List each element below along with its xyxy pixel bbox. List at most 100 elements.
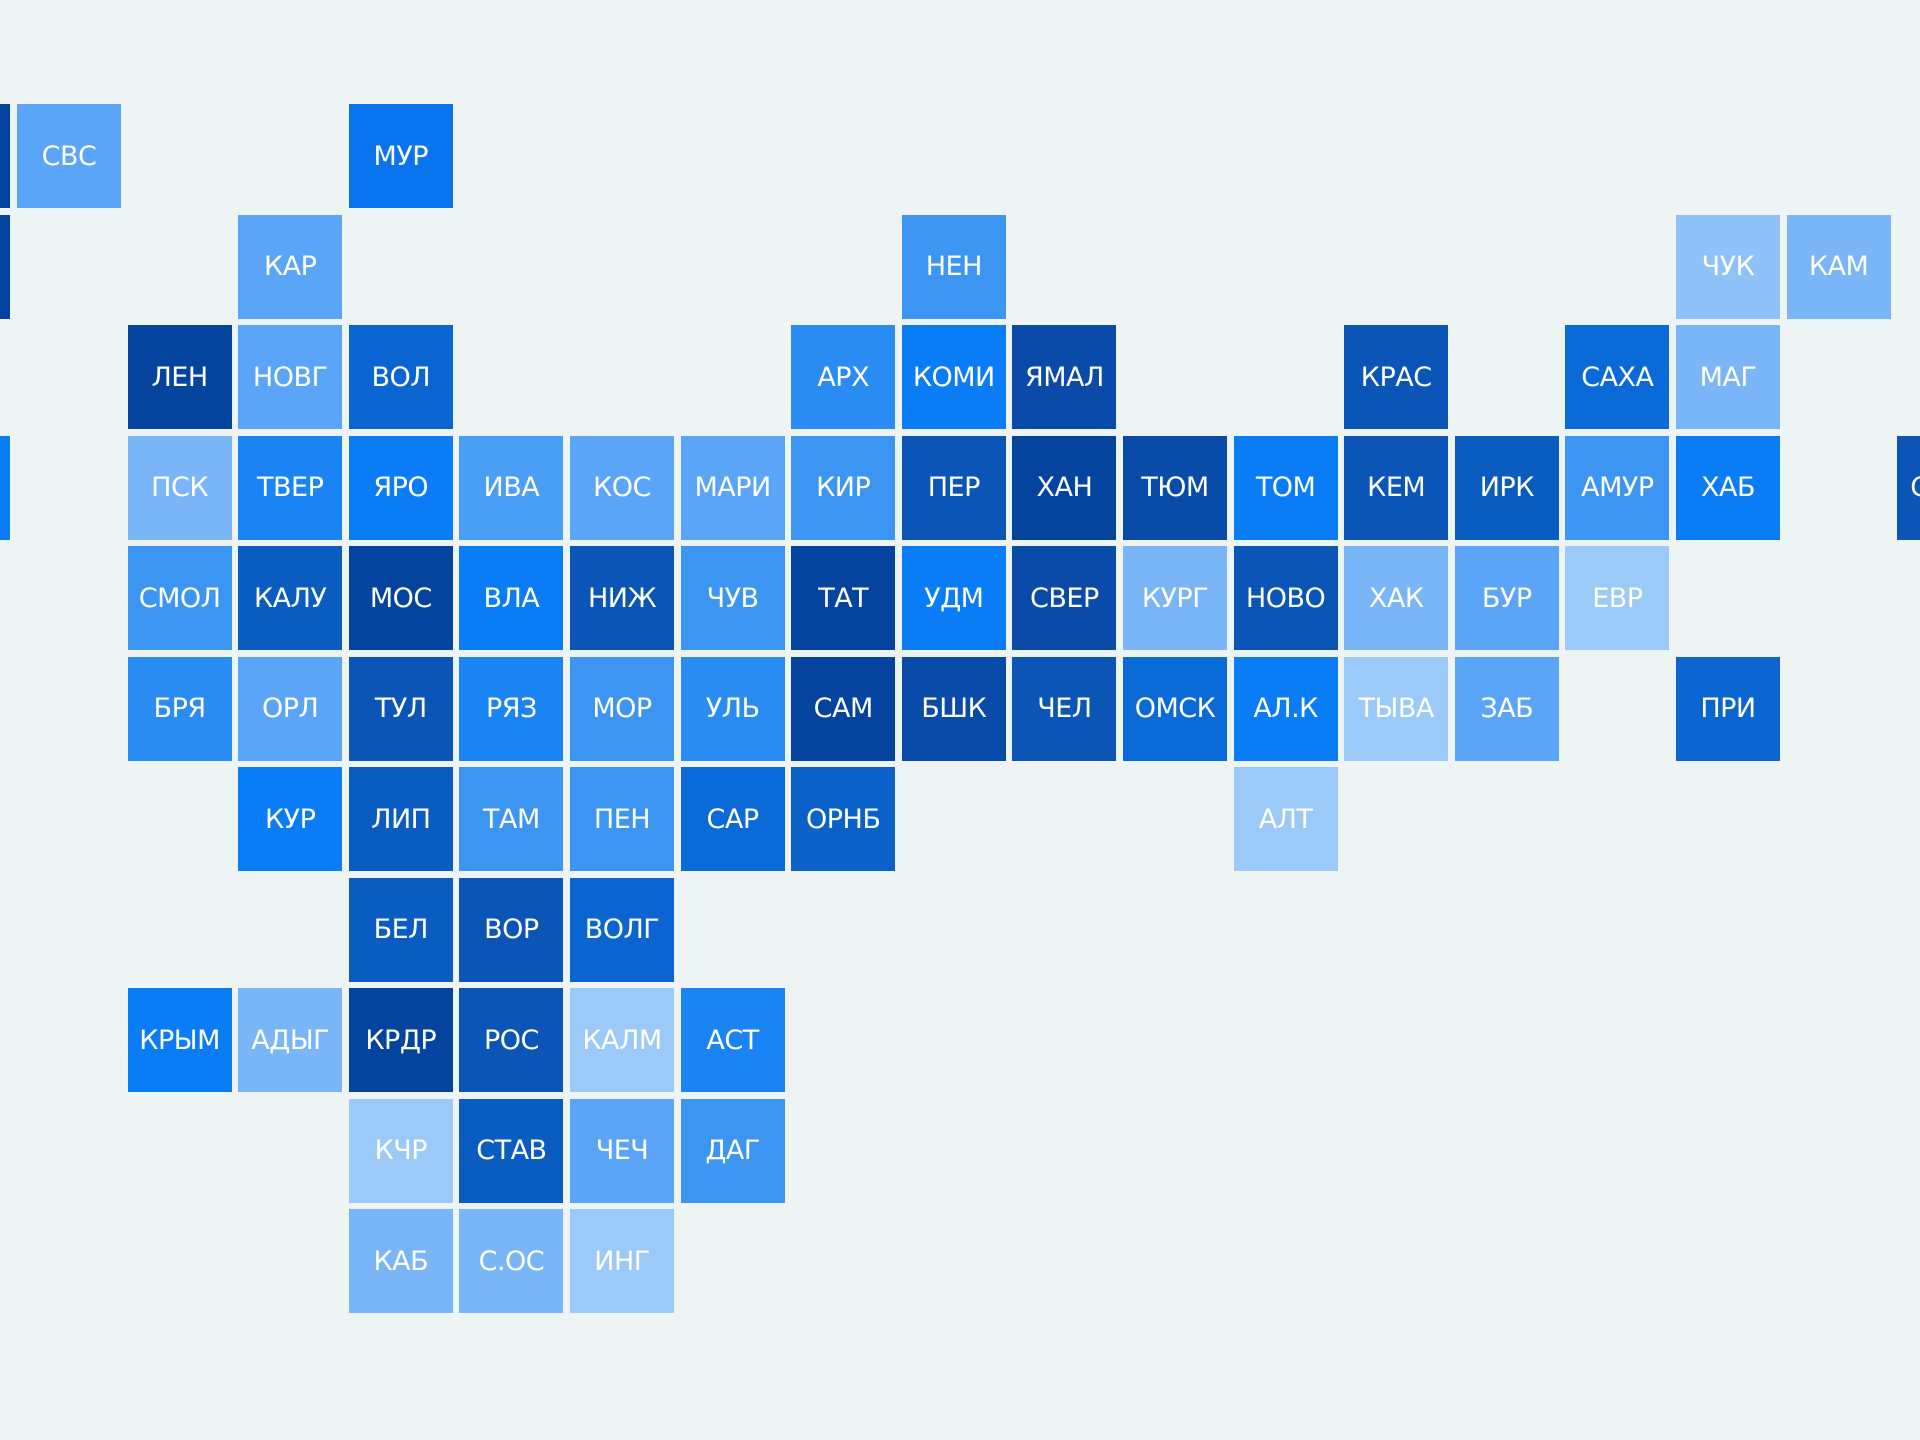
region-tile[interactable]: БУР: [1454, 546, 1559, 650]
region-label: ЧЕЧ: [595, 1135, 649, 1166]
region-tile[interactable]: ЧЕЧ: [570, 1098, 674, 1203]
region-tile[interactable]: ТЮМ: [1123, 435, 1227, 540]
region-tile[interactable]: КАБ: [348, 1209, 453, 1313]
region-tile[interactable]: НОВО: [1233, 546, 1338, 650]
region-tile[interactable]: СВЕР: [1012, 546, 1117, 650]
region-tile[interactable]: ЧУВ: [680, 546, 785, 650]
region-tile[interactable]: НЕН: [901, 214, 1006, 319]
region-tile[interactable]: ХАБ: [1676, 435, 1780, 540]
region-label: УДМ: [924, 582, 984, 614]
region-tile[interactable]: КАМ: [1786, 214, 1891, 319]
region-tile[interactable]: МАГ: [1676, 325, 1780, 429]
region-tile[interactable]: САР: [680, 767, 785, 871]
region-tile[interactable]: ХАК: [1344, 546, 1449, 650]
region-tile[interactable]: ТАМ: [459, 767, 564, 871]
region-tile[interactable]: АСТ: [680, 988, 785, 1092]
region-tile[interactable]: УДМ: [901, 546, 1006, 650]
region-tile[interactable]: КАЛУ: [238, 546, 343, 650]
region-label: ЗАБ: [1480, 693, 1534, 724]
region-tile[interactable]: ЧУК: [1676, 214, 1780, 319]
region-tile[interactable]: ИНГ: [570, 1209, 674, 1313]
region-tile[interactable]: АЛТ: [1233, 767, 1338, 871]
region-tile[interactable]: ОРНБ: [791, 767, 896, 871]
region-tile[interactable]: КРАС: [1344, 325, 1449, 429]
region-tile[interactable]: [0, 214, 11, 319]
region-tile[interactable]: ВЛА: [459, 546, 564, 650]
region-tile[interactable]: КОС: [570, 435, 674, 540]
region-tile[interactable]: ОМСК: [1123, 656, 1227, 761]
region-tile[interactable]: ХАН: [1012, 435, 1117, 540]
region-tile[interactable]: РОС: [459, 988, 564, 1092]
region-label: СВЕР: [1030, 582, 1099, 614]
region-tile[interactable]: УЛЬ: [680, 656, 785, 761]
region-tile[interactable]: МАРИ: [680, 435, 785, 540]
region-tile[interactable]: С: [1897, 435, 1920, 540]
region-label: СТАВ: [476, 1135, 547, 1166]
region-tile[interactable]: БШК: [901, 656, 1006, 761]
region-tile[interactable]: МОР: [570, 656, 674, 761]
region-tile[interactable]: ОРЛ: [238, 656, 343, 761]
region-tile[interactable]: ЯРО: [348, 435, 453, 540]
region-tile[interactable]: ЛИП: [348, 767, 453, 871]
region-tile[interactable]: КОМИ: [901, 325, 1006, 429]
region-tile[interactable]: ДАГ: [680, 1098, 785, 1203]
region-tile[interactable]: ТУЛ: [348, 656, 453, 761]
region-tile[interactable]: КРДР: [348, 988, 453, 1092]
region-tile[interactable]: БЕЛ: [348, 877, 453, 982]
region-tile[interactable]: КРЫМ: [127, 988, 232, 1092]
region-tile[interactable]: КАЛМ: [570, 988, 674, 1092]
region-tile[interactable]: САМ: [791, 656, 896, 761]
region-label: ЛЕН: [151, 361, 209, 393]
region-tile[interactable]: НОВГ: [238, 325, 343, 429]
region-label: ТЮМ: [1141, 472, 1209, 503]
region-tile[interactable]: ЗАБ: [1454, 656, 1559, 761]
region-tile[interactable]: ПЕН: [570, 767, 674, 871]
region-tile[interactable]: СТАВ: [459, 1098, 564, 1203]
region-tile[interactable]: [0, 435, 11, 540]
region-tile[interactable]: С.ОС: [459, 1209, 564, 1313]
region-tile[interactable]: РЯЗ: [459, 656, 564, 761]
region-tile[interactable]: АДЫГ: [238, 988, 343, 1092]
region-tile[interactable]: МОС: [348, 546, 453, 650]
region-tile[interactable]: КАР: [238, 214, 343, 319]
region-tile[interactable]: ИВА: [459, 435, 564, 540]
region-label: БУР: [1481, 582, 1532, 614]
region-tile[interactable]: СМОЛ: [127, 546, 232, 650]
region-tile[interactable]: ВОЛ: [348, 325, 453, 429]
region-tile[interactable]: ТАТ: [791, 546, 896, 650]
region-label: АРХ: [817, 361, 870, 393]
region-tile[interactable]: АЛ.К: [1233, 656, 1338, 761]
region-tile[interactable]: ПРИ: [1676, 656, 1780, 761]
region-tile[interactable]: ПЕР: [901, 435, 1006, 540]
region-tile[interactable]: ВОР: [459, 877, 564, 982]
region-tile[interactable]: ПСК: [127, 435, 232, 540]
region-tile[interactable]: КУР: [238, 767, 343, 871]
region-tile[interactable]: КУРГ: [1123, 546, 1227, 650]
region-label: БШК: [921, 693, 987, 724]
region-tile[interactable]: ВОЛГ: [570, 877, 674, 982]
region-tile[interactable]: ТЫВА: [1344, 656, 1449, 761]
region-tile[interactable]: ИРК: [1454, 435, 1559, 540]
region-tile[interactable]: ЧЕЛ: [1012, 656, 1117, 761]
region-tile[interactable]: АРХ: [791, 325, 896, 429]
region-tile[interactable]: БРЯ: [127, 656, 232, 761]
region-tile[interactable]: СВС: [17, 104, 121, 208]
region-label: КРДР: [365, 1024, 437, 1056]
region-tile[interactable]: ТВЕР: [238, 435, 343, 540]
region-tile[interactable]: [0, 104, 11, 208]
region-label: КОС: [593, 472, 651, 503]
region-label: СВС: [41, 140, 97, 172]
region-tile[interactable]: КЧР: [348, 1098, 453, 1203]
region-tile[interactable]: ТОМ: [1233, 435, 1338, 540]
region-tile[interactable]: ЕВР: [1565, 546, 1670, 650]
region-tile[interactable]: НИЖ: [570, 546, 674, 650]
region-tile[interactable]: КЕМ: [1344, 435, 1449, 540]
region-tile[interactable]: ЛЕН: [127, 325, 232, 429]
region-label: КЧР: [374, 1135, 428, 1166]
region-tile[interactable]: КИР: [791, 435, 896, 540]
region-label: УЛЬ: [705, 693, 760, 724]
region-tile[interactable]: САХА: [1565, 325, 1670, 429]
region-tile[interactable]: АМУР: [1565, 435, 1670, 540]
region-tile[interactable]: ЯМАЛ: [1012, 325, 1117, 429]
region-tile[interactable]: МУР: [348, 104, 453, 208]
